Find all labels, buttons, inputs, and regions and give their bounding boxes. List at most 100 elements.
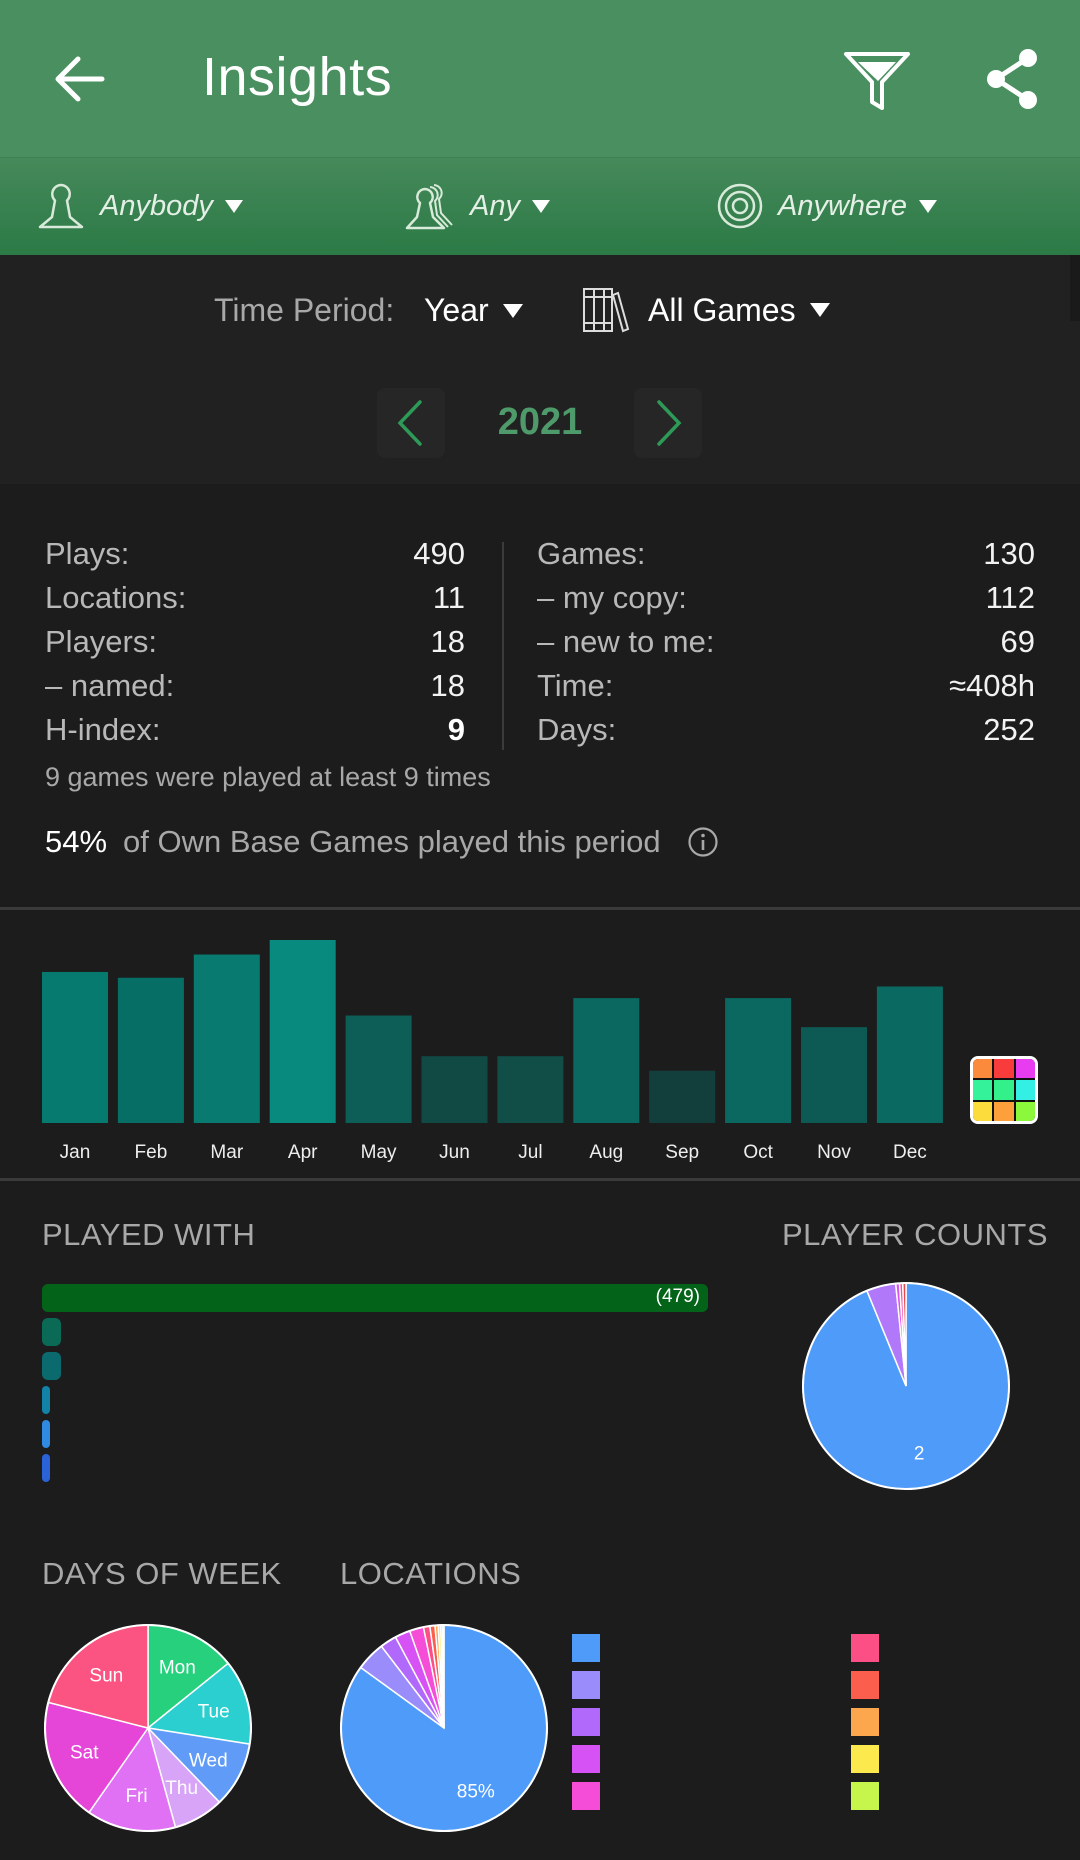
- filter-button[interactable]: [842, 50, 912, 112]
- location-legend-swatch[interactable]: [572, 1782, 600, 1810]
- location-label: 85%: [457, 1781, 495, 1802]
- played-with-bar[interactable]: [42, 1454, 50, 1482]
- heatmap-toggle-button[interactable]: [970, 1056, 1038, 1124]
- day-of-week-label: Tue: [198, 1701, 230, 1722]
- month-bar-sep[interactable]: [649, 1070, 716, 1123]
- month-label: Jun: [439, 1142, 470, 1163]
- month-label: Apr: [288, 1142, 318, 1163]
- location-legend-swatch[interactable]: [851, 1745, 879, 1773]
- month-label: Dec: [893, 1142, 927, 1163]
- month-bar-aug[interactable]: [573, 998, 640, 1123]
- month-label: Sep: [665, 1142, 699, 1163]
- filter-icon: [844, 52, 910, 110]
- game-filter-dropdown[interactable]: Any: [404, 178, 550, 234]
- stat-row-locations[interactable]: Locations: 11: [45, 576, 465, 620]
- stat-value: 130: [983, 536, 1035, 571]
- location-legend-swatch[interactable]: [851, 1782, 879, 1810]
- stats-left-column: Plays: 490 Locations: 11 Players: 18 – name…: [45, 532, 465, 752]
- target-icon: [717, 183, 763, 229]
- game-filter-label: Any: [470, 189, 520, 222]
- player-counts-pie: 2: [802, 1282, 1010, 1490]
- month-bar-jul[interactable]: [497, 1056, 564, 1123]
- dropdown-arrow-icon: [918, 199, 937, 213]
- player-count-label: 2: [914, 1444, 925, 1465]
- page-title: Insights: [202, 47, 393, 107]
- next-year-button[interactable]: [634, 388, 702, 458]
- stats-divider: [502, 542, 504, 750]
- location-legend-swatch[interactable]: [572, 1745, 600, 1773]
- stat-row-games[interactable]: Games: 130: [537, 532, 1035, 576]
- locations-pie: 85%: [340, 1624, 548, 1832]
- played-with-bar[interactable]: [42, 1420, 51, 1448]
- dropdown-arrow-icon: [531, 199, 550, 213]
- day-of-week-label: Sun: [89, 1665, 123, 1686]
- month-bar-may[interactable]: [345, 1015, 412, 1123]
- stat-label: Locations:: [45, 580, 187, 615]
- day-of-week-label: Wed: [189, 1750, 228, 1771]
- dropdown-arrow-icon: [809, 303, 830, 317]
- stat-value: 18: [430, 624, 465, 659]
- monthly-bar-chart: Jan Feb Mar Apr May Jun Jul Aug Sep Oct Nov Dec: [42, 940, 943, 1163]
- filter-row: Anybody Any Anywhere: [0, 158, 1080, 255]
- games-value: All Games: [648, 291, 796, 328]
- player-filter-dropdown[interactable]: Anybody: [36, 178, 243, 234]
- stat-row-time[interactable]: Time: ≈408h: [537, 664, 1035, 708]
- player-counts-title: PLAYER COUNTS: [782, 1217, 1049, 1252]
- time-period-dropdown[interactable]: Year: [424, 292, 523, 329]
- app-bar: Insights: [0, 0, 1080, 158]
- stat-row-new-to-me[interactable]: – new to me: 69: [537, 620, 1035, 664]
- location-legend-swatch[interactable]: [851, 1671, 879, 1699]
- locations-legend-right: [851, 1634, 879, 1819]
- player-filter-label: Anybody: [100, 189, 213, 222]
- stat-label: Games:: [537, 536, 646, 571]
- chevron-right-icon: [657, 400, 682, 446]
- stat-label: – my copy:: [537, 580, 687, 615]
- previous-year-button[interactable]: [377, 388, 445, 458]
- month-label: Jul: [518, 1142, 542, 1163]
- stat-row-h-index[interactable]: H-index: 9: [45, 708, 465, 752]
- own-games-percentage: 54% of Own Base Games played this period: [45, 824, 719, 860]
- stat-value: ≈408h: [949, 668, 1035, 703]
- month-bar-mar[interactable]: [193, 954, 260, 1123]
- stat-row-players[interactable]: Players: 18: [45, 620, 465, 664]
- heatmap-cell: [994, 1080, 1014, 1100]
- month-label: Nov: [817, 1142, 851, 1163]
- stat-value: 9: [447, 712, 465, 747]
- location-filter-dropdown[interactable]: Anywhere: [716, 178, 937, 234]
- month-bar-apr[interactable]: [269, 940, 336, 1123]
- month-bar-feb[interactable]: [117, 977, 184, 1123]
- location-legend-swatch[interactable]: [851, 1634, 879, 1662]
- scrollbar[interactable]: [1070, 255, 1080, 321]
- month-bar-jan[interactable]: [42, 971, 108, 1123]
- played-with-bar[interactable]: [42, 1386, 51, 1414]
- time-period-value: Year: [424, 292, 489, 328]
- heatmap-cell: [973, 1059, 993, 1079]
- stat-row-plays[interactable]: Plays: 490: [45, 532, 465, 576]
- stat-row-my-copy[interactable]: – my copy: 112: [537, 576, 1035, 620]
- stat-label: Days:: [537, 712, 617, 747]
- played-with-bar[interactable]: [42, 1318, 62, 1346]
- period-controls: Time Period: Year All Games 2021: [0, 255, 1080, 484]
- stat-label: Time:: [537, 668, 614, 703]
- share-button[interactable]: [984, 48, 1040, 110]
- played-with-bar[interactable]: (479): [42, 1284, 708, 1312]
- location-legend-swatch[interactable]: [572, 1634, 600, 1662]
- day-of-week-label: Mon: [159, 1658, 196, 1679]
- stat-row-named[interactable]: – named: 18: [45, 664, 465, 708]
- games-dropdown[interactable]: All Games: [582, 285, 830, 335]
- heatmap-cell: [1015, 1059, 1035, 1079]
- location-legend-swatch[interactable]: [572, 1671, 600, 1699]
- heatmap-cell: [994, 1101, 1014, 1121]
- location-legend-swatch[interactable]: [851, 1708, 879, 1736]
- stat-value: 18: [430, 668, 465, 703]
- back-button[interactable]: [52, 52, 106, 106]
- played-with-bar[interactable]: [42, 1352, 62, 1380]
- stat-row-days[interactable]: Days: 252: [537, 708, 1035, 752]
- location-legend-swatch[interactable]: [572, 1708, 600, 1736]
- month-bar-dec[interactable]: [876, 986, 943, 1123]
- month-bar-nov[interactable]: [801, 1027, 867, 1123]
- month-bar-oct[interactable]: [725, 998, 792, 1123]
- info-icon[interactable]: [687, 826, 719, 858]
- month-label: Aug: [589, 1142, 623, 1163]
- month-bar-jun[interactable]: [421, 1056, 488, 1123]
